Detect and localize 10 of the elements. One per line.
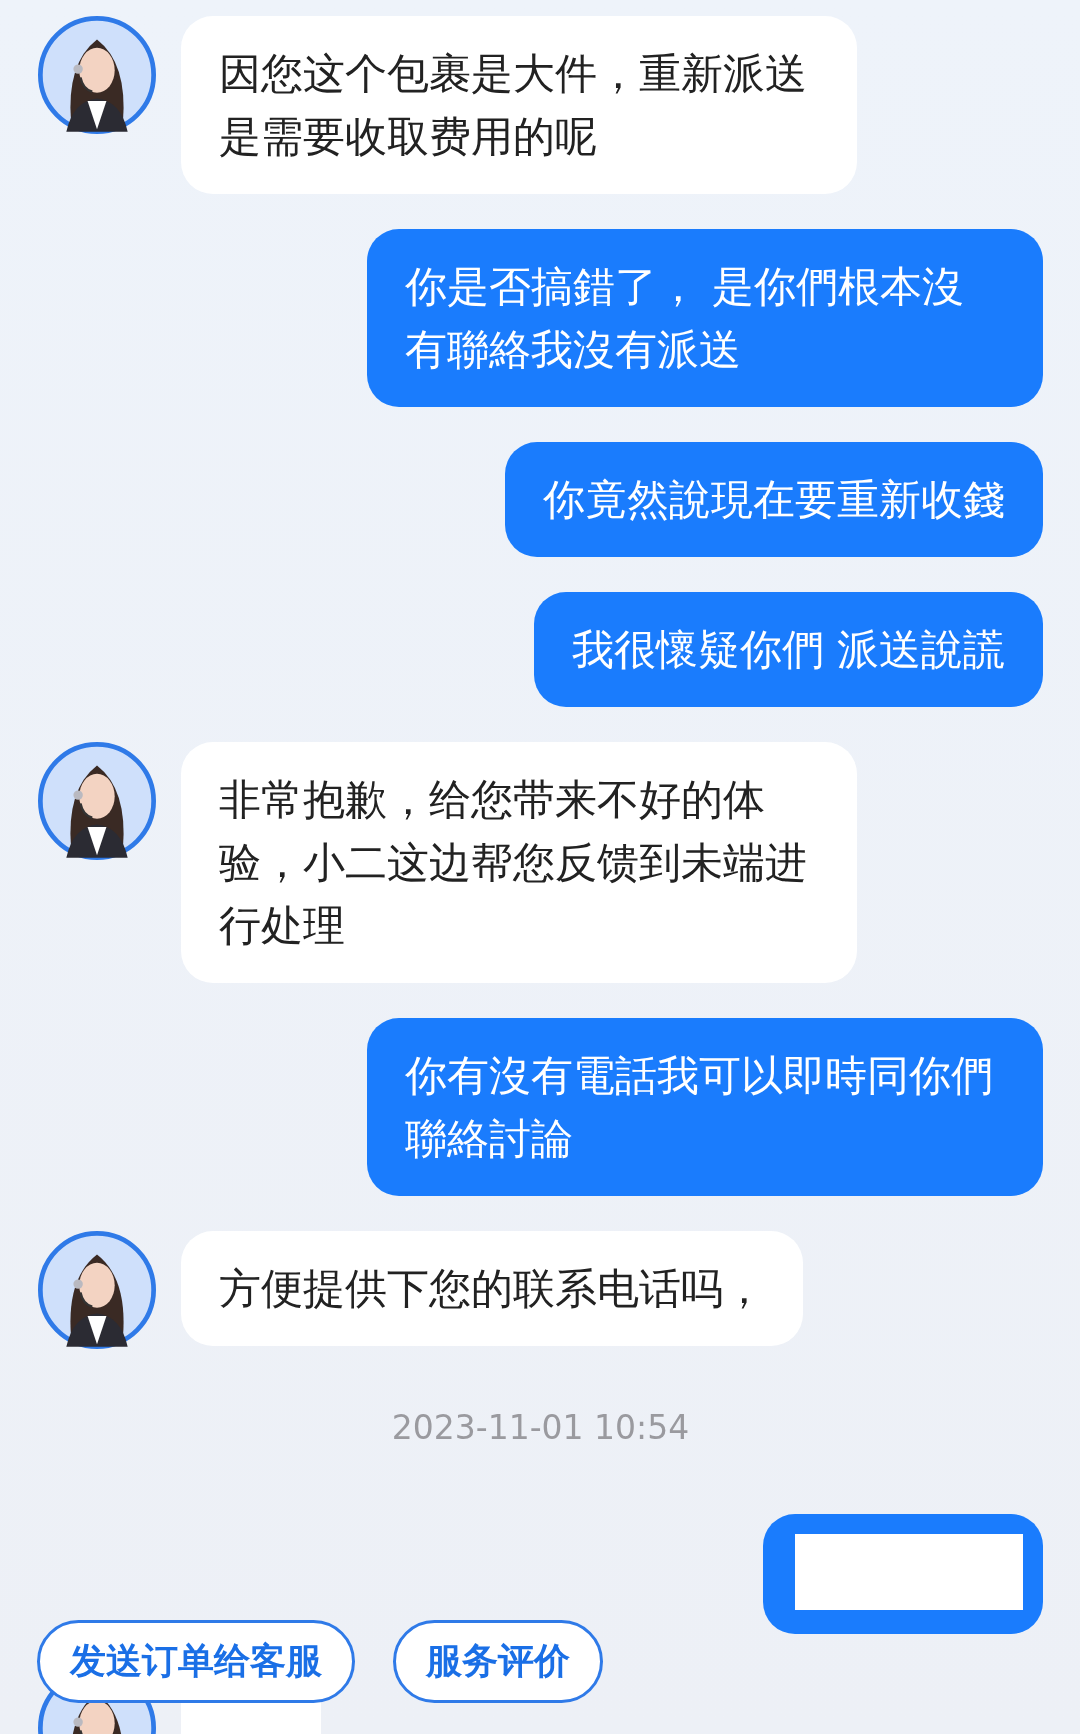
message-bubble: 非常抱歉，给您带来不好的体验，小二这边帮您反馈到未端进行处理 (181, 742, 857, 983)
message-bubble: 你竟然說現在要重新收錢 (505, 442, 1043, 557)
timestamp: 2023-11-01 10:54 (391, 1408, 690, 1447)
message-bubble: 我很懷疑你們 派送說謊 (533, 592, 1043, 707)
message-bubble: 因您这个包裹是大件，重新派送是需要收取费用的呢 (181, 16, 857, 194)
quick-action-button[interactable]: 发送订单给客服 (37, 1620, 355, 1703)
quick-action-button[interactable]: 服务评价 (393, 1620, 603, 1703)
message-bubble: 你有沒有電話我可以即時同你們聯絡討論 (367, 1018, 1043, 1196)
message-bubble: 你是否搞錯了， 是你們根本沒有聯絡我沒有派送 (367, 229, 1043, 407)
message-bubble: 方便提供下您的联系电话吗， (181, 1231, 803, 1346)
